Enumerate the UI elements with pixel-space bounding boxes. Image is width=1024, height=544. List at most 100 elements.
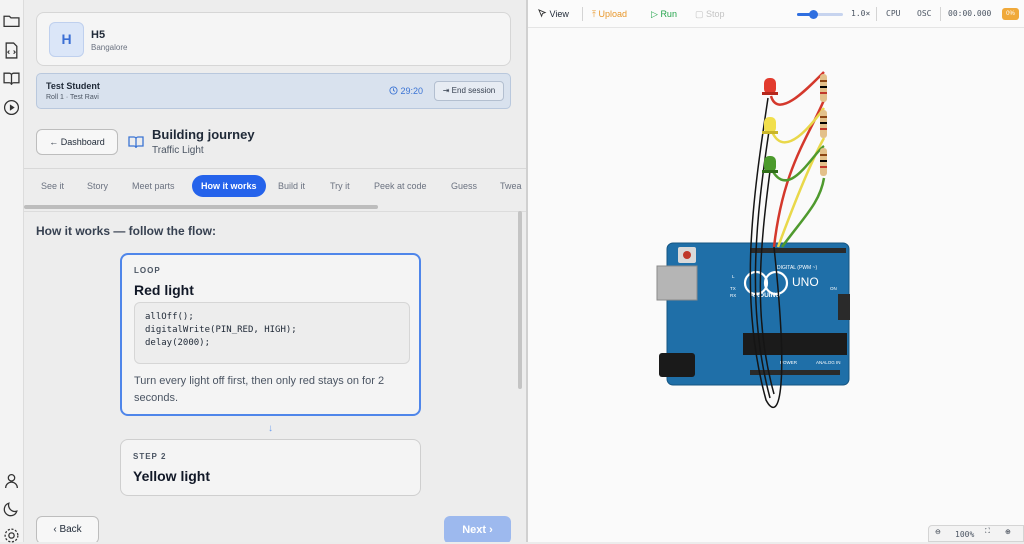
resistor-red[interactable]: [820, 74, 827, 102]
rx-label: RX: [730, 293, 736, 298]
speed-slider-knob[interactable]: [809, 10, 819, 19]
arrow-down-icon: ↓: [268, 423, 273, 434]
tabs-scrollbar[interactable]: [24, 205, 378, 209]
digital-label: DIGITAL (PWM ~): [777, 265, 817, 271]
arduino-uno-board[interactable]: ARDUINO UNO DIGITAL (PWM ~) POWER ANALOG…: [656, 242, 850, 386]
power-label: POWER: [780, 360, 798, 365]
stop-label: Stop: [706, 9, 725, 19]
resistor-yellow[interactable]: [820, 110, 827, 138]
end-session-button[interactable]: ⇥ End session: [434, 81, 504, 101]
upload-icon: ⤒: [592, 9, 596, 19]
tab-tweak[interactable]: Twea: [500, 175, 522, 197]
toolbar-separator: [582, 7, 583, 21]
file-code-icon[interactable]: [3, 42, 20, 59]
step-kicker: LOOP: [134, 266, 161, 275]
tab-meet-parts[interactable]: Meet parts: [132, 175, 175, 197]
settings-icon[interactable]: [3, 527, 20, 544]
user-icon[interactable]: [3, 472, 20, 489]
board-brand: ARDUINO: [750, 292, 780, 299]
on-label: ON: [830, 286, 837, 291]
load-badge: 0%: [1002, 8, 1019, 20]
session-bar: Test Student Roll 1 · Test Ravi 29:20 ⇥ …: [36, 73, 511, 109]
osc-toggle[interactable]: OSC: [917, 9, 931, 18]
code-line: allOff();: [145, 312, 194, 322]
chevron-right-icon: ›: [489, 524, 493, 536]
power-jack: [659, 353, 695, 377]
flow-heading: How it works — follow the flow:: [36, 224, 216, 238]
tx-label: TX: [730, 286, 736, 291]
speed-slider[interactable]: [797, 10, 843, 19]
stop-icon: ▢: [695, 9, 704, 19]
toolbar-separator: [940, 7, 941, 21]
cursor-icon: [538, 9, 547, 18]
journey-title: Building journey: [152, 127, 255, 142]
tab-story[interactable]: Story: [87, 175, 108, 197]
lesson-panel: H H5 Bangalore Test Student Roll 1 · Tes…: [24, 0, 526, 542]
step-description: Turn every light off first, then only re…: [134, 375, 385, 404]
divider: [24, 168, 526, 169]
view-label: View: [549, 9, 569, 19]
chevron-left-icon: ‹: [53, 524, 57, 535]
analog-label: ANALOG IN: [816, 360, 841, 365]
fit-screen-icon[interactable]: ⛶: [985, 528, 990, 536]
usb-port: [656, 265, 698, 301]
back-label: Back: [59, 524, 82, 535]
zoom-in-icon[interactable]: ⊕: [1005, 528, 1011, 536]
book-open-icon[interactable]: [3, 70, 20, 87]
journey-subtitle: Traffic Light: [152, 145, 204, 156]
tab-build-it[interactable]: Build it: [278, 175, 305, 197]
dashboard-label: Dashboard: [60, 137, 105, 147]
simulator-panel: View ⤒ Upload ▷ Run ▢ Stop 1.0× CPU OSC …: [528, 0, 1024, 542]
exit-icon: ⇥: [442, 86, 450, 95]
green-wire: [780, 177, 826, 248]
step-title: Red light: [134, 282, 194, 298]
view-button[interactable]: View: [538, 9, 569, 19]
circuit-canvas[interactable]: ARDUINO UNO DIGITAL (PWM ~) POWER ANALOG…: [528, 28, 1024, 525]
content-scrollbar[interactable]: [518, 211, 522, 389]
speed-value: 1.0×: [851, 9, 871, 18]
flow-step-card[interactable]: STEP 2 Yellow light: [120, 439, 421, 496]
cpu-toggle[interactable]: CPU: [886, 9, 900, 18]
folder-icon[interactable]: [3, 12, 20, 29]
student-sub: Roll 1 · Test Ravi: [46, 94, 99, 101]
back-button[interactable]: ‹ Back: [36, 516, 99, 542]
play-icon: ▷: [651, 9, 658, 19]
school-city: Bangalore: [91, 43, 128, 52]
upload-button[interactable]: ⤒ Upload: [592, 9, 627, 20]
code-line: delay(2000);: [145, 338, 211, 348]
school-name: H5: [91, 29, 106, 41]
run-label: Run: [660, 9, 677, 19]
session-timer: 29:20: [389, 86, 423, 96]
stop-button[interactable]: ▢ Stop: [695, 9, 725, 20]
student-name: Test Student: [46, 81, 100, 91]
tab-guess[interactable]: Guess: [451, 175, 477, 197]
zoom-controls: ⊖ 100% ⛶ ⊕: [928, 525, 1024, 542]
moon-icon[interactable]: [3, 500, 20, 517]
run-button[interactable]: ▷ Run: [651, 9, 677, 20]
play-circle-icon[interactable]: [3, 99, 20, 116]
zoom-level: 100%: [955, 530, 975, 539]
flow-step-card[interactable]: LOOP Red light allOff(); digitalWrite(PI…: [120, 253, 421, 416]
school-avatar: H: [49, 22, 84, 57]
clock-icon: [389, 86, 398, 95]
code-block: allOff(); digitalWrite(PIN_RED, HIGH); d…: [134, 302, 410, 364]
dashboard-button[interactable]: ← Dashboard: [36, 129, 118, 155]
next-button[interactable]: Next ›: [444, 516, 511, 542]
timer-value: 29:20: [400, 86, 424, 96]
lesson-tabs: See it Story Meet parts How it works Bui…: [24, 175, 526, 197]
step-title: Yellow light: [133, 468, 211, 484]
red-led[interactable]: [762, 78, 778, 95]
zoom-out-icon[interactable]: ⊖: [935, 528, 941, 536]
tab-peek-at-code[interactable]: Peek at code: [374, 175, 427, 197]
tab-try-it[interactable]: Try it: [330, 175, 350, 197]
end-session-label: End session: [451, 86, 496, 95]
sim-time: 00:00.000: [948, 9, 992, 18]
book-icon: [128, 136, 144, 149]
upload-label: Upload: [598, 9, 628, 19]
board-model: UNO: [792, 275, 819, 289]
code-line: digitalWrite(PIN_RED, HIGH);: [145, 325, 297, 335]
tab-see-it[interactable]: See it: [41, 175, 64, 197]
step-kicker: STEP 2: [133, 452, 167, 461]
resistor-green[interactable]: [820, 148, 827, 176]
tab-how-it-works[interactable]: How it works: [192, 175, 266, 197]
